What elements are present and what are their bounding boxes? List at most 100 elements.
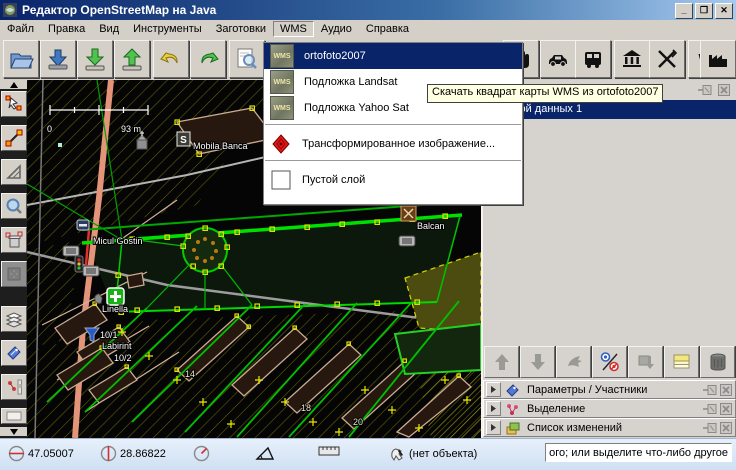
menu-view[interactable]: Вид [92, 21, 126, 37]
angle-icon [255, 446, 275, 460]
panel-label-changeset: Список изменений [527, 421, 623, 434]
scale-zero-label: 0 [47, 124, 52, 134]
expand-button[interactable] [486, 382, 501, 397]
wms-item-label: Подложка Yahoo Sat [304, 102, 409, 114]
strip-scroll-down[interactable] [0, 427, 27, 436]
minimize-button[interactable]: _ [675, 3, 693, 19]
panel-bar-properties[interactable]: Параметры / Участники [483, 380, 736, 399]
window-title: Редактор OpenStreetMap на Java [22, 3, 217, 17]
roundabout-way [182, 227, 228, 273]
menu-edit[interactable]: Правка [41, 21, 92, 37]
map-label-gostin: Micul Gostin [93, 236, 143, 246]
close-button[interactable]: ✕ [715, 3, 733, 19]
panel-label-properties: Параметры / Участники [527, 383, 648, 396]
layer-delete-button[interactable] [700, 346, 735, 378]
map-label-10-1: 10/1 [100, 330, 118, 340]
layer-down-button[interactable] [520, 346, 555, 378]
panel-bar-changeset[interactable]: Список изменений [483, 418, 736, 437]
trash-icon [710, 353, 725, 371]
menu-file[interactable]: Файл [0, 21, 41, 37]
distance-display [318, 445, 340, 457]
strip-scroll-up[interactable] [0, 80, 27, 89]
save-icon [85, 48, 105, 71]
title-bar: Редактор OpenStreetMap на Java _ ❐ ✕ [0, 0, 736, 20]
empty-square-icon [271, 170, 291, 190]
download-data-button[interactable] [40, 40, 76, 78]
wms-item-label: ortofoto2007 [304, 50, 366, 62]
open-folder-icon [10, 53, 34, 69]
panel-close-icon[interactable] [720, 383, 732, 396]
delete-tool-button[interactable] [1, 227, 27, 253]
longitude-value: 28.86822 [120, 447, 166, 460]
properties-panel-toggle[interactable] [1, 340, 27, 366]
panel-close-icon[interactable] [718, 84, 730, 99]
wms-item-ortofoto2007[interactable]: WMS ortofoto2007 [264, 43, 522, 69]
car-icon [549, 55, 567, 67]
layer-merge-down-button[interactable] [628, 346, 663, 378]
scale-end-label: 93 m [121, 124, 141, 134]
maximize-button[interactable]: ❐ [695, 3, 713, 19]
wms-item-label: Трансформированное изображение... [302, 138, 496, 150]
parking-badge-icon [62, 245, 80, 257]
museum-poi-button[interactable] [614, 40, 650, 78]
edit-tool-strip [0, 80, 27, 438]
wms-item-rectified-image[interactable]: Трансформированное изображение... [264, 131, 522, 157]
menu-tools[interactable]: Инструменты [126, 21, 209, 37]
parking-badge-icon [82, 265, 100, 277]
up-triangle-icon [9, 81, 18, 88]
wms-item-label: Пустой слой [302, 174, 366, 186]
car-poi-button[interactable] [540, 40, 576, 78]
menu-wms[interactable]: WMS [272, 21, 314, 37]
menu-audio[interactable]: Аудио [314, 21, 359, 37]
map-label-18: 18 [301, 403, 311, 413]
layers-panel-toggle[interactable] [1, 306, 27, 332]
sticky-pin-icon[interactable] [703, 422, 717, 434]
menu-help[interactable]: Справка [359, 21, 416, 37]
menu-bar: Файл Правка Вид Инструменты Заготовки WM… [0, 20, 736, 38]
selection-list-icon [8, 379, 22, 395]
draw-node-tool-button[interactable] [1, 125, 27, 151]
sticky-pin-icon[interactable] [698, 84, 712, 99]
down-arrow-icon [530, 354, 545, 370]
changeset-panel-toggle[interactable] [1, 408, 27, 424]
map-label-labirint: Labirint [102, 341, 132, 351]
misc-node [58, 143, 62, 147]
selection-panel-toggle[interactable] [1, 374, 27, 400]
redo-button[interactable] [190, 40, 226, 78]
angle-display [255, 445, 275, 461]
menu-presets[interactable]: Заготовки [209, 21, 273, 37]
map-label-10-2: 10/2 [114, 353, 132, 363]
expand-button[interactable] [486, 401, 501, 416]
search-button[interactable] [229, 40, 265, 78]
zoom-tool-button[interactable] [1, 193, 27, 219]
layer-visibility-button[interactable] [592, 346, 627, 378]
bus-poi-button[interactable] [575, 40, 611, 78]
factory-poi-button[interactable] [700, 40, 736, 78]
layer-duplicate-button[interactable] [664, 346, 699, 378]
svg-text:S: S [180, 135, 187, 146]
upload-button[interactable] [114, 40, 150, 78]
wms-layer-icon: WMS [270, 96, 294, 120]
undo-button[interactable] [153, 40, 189, 78]
wms-item-blank-layer[interactable]: Пустой слой [264, 167, 522, 193]
panel-close-icon[interactable] [720, 421, 732, 434]
magnifier-icon [6, 198, 22, 214]
measure-tool-button[interactable] [1, 159, 27, 185]
sticky-pin-icon[interactable] [703, 403, 717, 415]
layer-actions [484, 346, 736, 378]
panel-toggle-icon [6, 411, 22, 421]
layer-up-button[interactable] [484, 346, 519, 378]
map-label-20: 20 [353, 417, 363, 427]
panel-bar-selection[interactable]: Выделение [483, 399, 736, 418]
expand-button[interactable] [486, 420, 501, 435]
upload-icon [122, 48, 142, 71]
layer-merge-button[interactable] [556, 346, 591, 378]
object-info-value: (нет объекта) [409, 447, 478, 460]
sticky-pin-icon[interactable] [703, 384, 717, 396]
select-tool-button[interactable] [1, 91, 27, 117]
open-file-button[interactable] [3, 40, 39, 78]
save-button[interactable] [77, 40, 113, 78]
panel-close-icon[interactable] [720, 402, 732, 415]
hint-text-field[interactable]: ого; или выделите что-либо другое [545, 443, 732, 462]
restaurant-poi-button[interactable] [649, 40, 685, 78]
